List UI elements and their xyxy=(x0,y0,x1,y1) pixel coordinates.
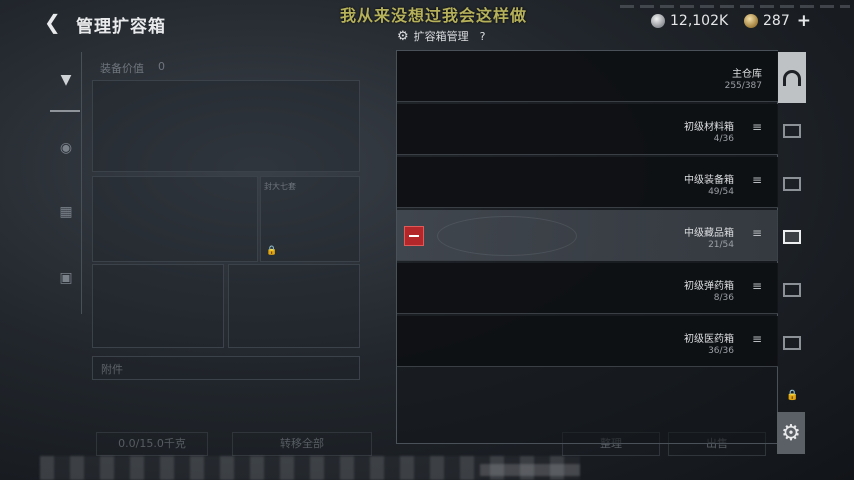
back-icon[interactable]: ❮ xyxy=(44,12,66,32)
equipment-slot-bottom-left[interactable] xyxy=(92,264,224,348)
page-title: 管理扩容箱 xyxy=(76,17,166,37)
silver-currency: 12,102K xyxy=(651,12,728,30)
box-capacity: 36/36 xyxy=(708,346,734,356)
box-capacity: 21/54 xyxy=(708,240,734,250)
equipment-slot-large[interactable] xyxy=(92,80,360,172)
box-row-main-warehouse[interactable]: 主仓库 255/387 xyxy=(397,51,778,102)
attachments-bar[interactable]: 附件 xyxy=(92,356,360,380)
reorder-handle-icon[interactable]: ≡ xyxy=(750,279,764,293)
medical-box-icon[interactable] xyxy=(778,317,806,368)
material-box-icon[interactable] xyxy=(778,105,806,156)
equipment-slot-left[interactable] xyxy=(92,176,258,262)
blurred-overlay xyxy=(480,464,580,476)
warehouse-icon[interactable] xyxy=(778,52,806,103)
slot-lock-icon: 🔒 xyxy=(266,246,278,256)
collection-box-icon[interactable] xyxy=(778,211,806,262)
gear-icon: ⚙ xyxy=(781,420,801,446)
gold-currency[interactable]: 287 + xyxy=(744,11,811,31)
reorder-handle-icon[interactable]: ≡ xyxy=(750,120,764,134)
box-capacity: 255/387 xyxy=(724,81,762,91)
box-icon-strip xyxy=(778,52,806,370)
transfer-all-button[interactable]: 转移全部 xyxy=(232,432,372,456)
equipment-box-icon[interactable] xyxy=(778,158,806,209)
box-name: 初级材料箱 xyxy=(684,122,734,133)
box-row-material[interactable]: 初级材料箱 4/36 ≡ xyxy=(397,104,778,155)
box-name: 中级装备箱 xyxy=(684,175,734,186)
box-row-ammo[interactable]: 初级弹药箱 8/36 ≡ xyxy=(397,263,778,314)
box-row-equipment[interactable]: 中级装备箱 49/54 ≡ xyxy=(397,157,778,208)
box-capacity: 49/54 xyxy=(708,187,734,197)
box-name: 初级弹药箱 xyxy=(684,281,734,292)
box-manager-header: ⚙ 扩容箱管理 ? xyxy=(397,28,486,44)
box-capacity: 8/36 xyxy=(713,293,734,303)
weapon-tab-icon[interactable]: ▼ xyxy=(56,72,76,90)
attachments-label: 附件 xyxy=(101,363,123,376)
box-capacity: 4/36 xyxy=(713,134,734,144)
reorder-handle-icon[interactable]: ≡ xyxy=(750,332,764,346)
box-name: 中级藏品箱 xyxy=(684,228,734,239)
box-row-collection[interactable]: 中级藏品箱 21/54 ≡ xyxy=(397,210,778,261)
reorder-handle-icon[interactable]: ≡ xyxy=(750,173,764,187)
armor-tab-icon[interactable]: ▦ xyxy=(56,204,76,222)
silver-coin-icon xyxy=(651,14,665,28)
equip-value-label: 装备价值 xyxy=(100,62,144,75)
lock-icon: 🔒 xyxy=(786,390,799,401)
weight-display: 0.0/15.0千克 xyxy=(96,432,208,456)
box-name: 初级医药箱 xyxy=(684,334,734,345)
header-decoration xyxy=(620,5,850,8)
help-icon[interactable]: ? xyxy=(480,30,486,43)
subtitle-caption: 我从来没想过我会这样做 xyxy=(340,6,528,25)
gold-coin-icon xyxy=(744,14,758,28)
helmet-tab-icon[interactable]: ◉ xyxy=(56,140,76,158)
slot-label: 封大七套 xyxy=(264,182,296,191)
box-row-medical[interactable]: 初级医药箱 36/36 ≡ xyxy=(397,316,778,367)
bag-tab-icon[interactable]: ▣ xyxy=(56,270,76,288)
add-currency-icon[interactable]: + xyxy=(797,11,811,31)
gear-icon: ⚙ xyxy=(397,28,409,44)
box-background-art xyxy=(437,216,577,256)
silver-amount: 12,102K xyxy=(670,13,729,29)
category-tabs: ▼ ◉ ▦ ▣ xyxy=(50,52,82,314)
ammo-box-icon[interactable] xyxy=(778,264,806,315)
box-list: 主仓库 255/387 初级材料箱 4/36 ≡ 中级装备箱 49/54 ≡ 中… xyxy=(396,50,778,444)
gold-amount: 287 xyxy=(763,13,790,29)
equip-value: 0 xyxy=(158,60,165,73)
settings-button[interactable]: ⚙ xyxy=(777,412,805,454)
remove-box-button[interactable] xyxy=(404,226,424,246)
equipment-slot-bottom-right[interactable] xyxy=(228,264,360,348)
box-manager-title: 扩容箱管理 xyxy=(413,30,469,43)
box-name: 主仓库 xyxy=(732,69,762,80)
reorder-handle-icon[interactable]: ≡ xyxy=(750,226,764,240)
tab-indicator xyxy=(50,110,80,112)
